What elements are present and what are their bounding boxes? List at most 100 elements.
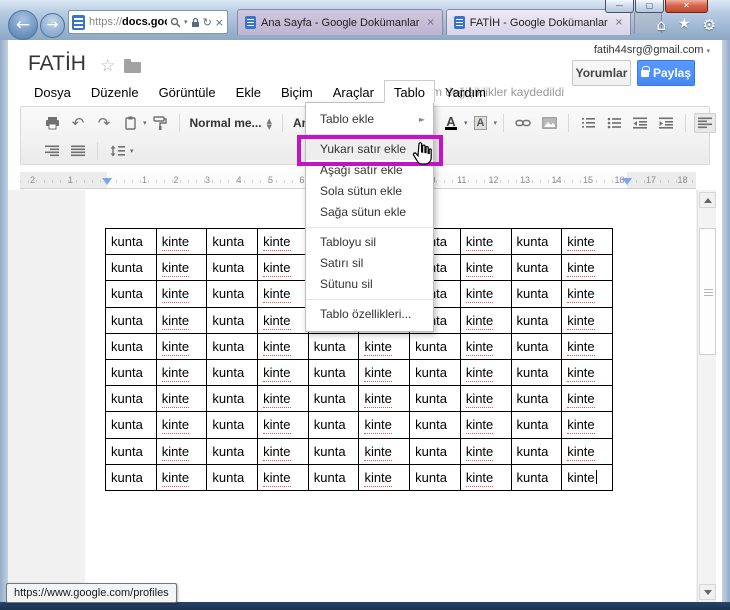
justify-icon[interactable] (67, 141, 89, 161)
table-cell[interactable]: kunta (105, 463, 157, 492)
search-icon[interactable] (170, 17, 181, 28)
clipboard-dropdown-icon[interactable]: ▾ (143, 119, 147, 127)
table-cell[interactable]: kunta (307, 358, 360, 387)
table-cell[interactable]: kinte (155, 306, 208, 334)
back-button[interactable]: ← (8, 10, 38, 40)
table-cell[interactable]: kunta (105, 358, 157, 387)
numbered-list-icon[interactable] (577, 113, 599, 133)
table-cell[interactable]: kinte (257, 254, 309, 282)
table-cell[interactable]: kunta (510, 463, 563, 492)
align-right-icon[interactable] (41, 141, 63, 161)
table-cell[interactable]: kunta (206, 385, 259, 413)
highlight-color-icon[interactable]: A (470, 113, 492, 133)
table-menu-item[interactable]: Satırı sil (306, 253, 433, 274)
menu-düzenle[interactable]: Düzenle (81, 80, 149, 103)
table-cell[interactable]: kunta (409, 437, 461, 465)
menu-tablo[interactable]: Tablo (383, 80, 435, 103)
table-cell[interactable]: kunta (409, 463, 461, 492)
text-color-dropdown-icon[interactable]: ▾ (464, 119, 468, 127)
table-cell[interactable]: kunta (510, 358, 563, 387)
close-button[interactable]: ✕ (665, 0, 708, 13)
line-spacing-icon[interactable] (106, 141, 128, 161)
table-cell[interactable]: kunta (105, 385, 157, 413)
table-cell[interactable]: kinte (358, 332, 411, 360)
star-document-icon[interactable]: ☆ (100, 56, 115, 76)
table-cell[interactable]: kinte (155, 385, 208, 413)
table-cell[interactable]: kunta (206, 332, 259, 360)
redo-icon[interactable]: ↷ (93, 113, 115, 133)
table-cell[interactable]: kinte (358, 411, 411, 439)
table-cell[interactable]: kinte (459, 463, 512, 492)
tab-close-icon[interactable]: × (426, 17, 434, 28)
table-cell[interactable]: kunta (510, 332, 563, 360)
table-cell[interactable]: kinte (561, 437, 613, 465)
table-cell[interactable]: kinte (561, 463, 613, 492)
stop-icon[interactable]: × (215, 16, 224, 29)
table-cell[interactable]: kunta (206, 358, 259, 387)
table-cell[interactable]: kunta (307, 463, 360, 492)
table-cell[interactable]: kinte (257, 463, 309, 492)
increase-indent-icon[interactable] (655, 113, 677, 133)
left-indent-marker[interactable] (102, 178, 112, 185)
table-cell[interactable]: kinte (459, 358, 512, 387)
table-cell[interactable]: kinte (459, 332, 512, 360)
favorites-star-icon[interactable]: ★ (678, 16, 691, 34)
table-cell[interactable]: kunta (307, 332, 360, 360)
table-cell[interactable]: kunta (307, 411, 360, 439)
table-cell[interactable]: kinte (257, 385, 309, 413)
table-cell[interactable]: kinte (155, 358, 208, 387)
table-menu-item[interactable]: Tablo özellikleri... (306, 304, 433, 325)
insert-link-icon[interactable] (512, 113, 534, 133)
table-menu-item[interactable]: Tabloyu sil (306, 232, 433, 253)
print-icon[interactable] (41, 113, 63, 133)
menu-yardım[interactable]: Yardım (435, 80, 496, 103)
table-cell[interactable]: kinte (358, 437, 411, 465)
undo-icon[interactable]: ↶ (67, 113, 89, 133)
table-cell[interactable]: kunta (307, 385, 360, 413)
table-cell[interactable]: kinte (257, 227, 309, 256)
paint-format-icon[interactable] (149, 113, 171, 133)
address-bar[interactable]: https://docs.goo... ▾ ↻ × (68, 10, 228, 34)
table-menu-item[interactable]: Tablo ekle ► (306, 109, 433, 130)
table-cell[interactable]: kinte (257, 437, 309, 465)
table-cell[interactable]: kinte (561, 227, 613, 256)
table-cell[interactable]: kunta (510, 437, 563, 465)
table-cell[interactable]: kunta (105, 227, 157, 256)
vertical-scrollbar[interactable] (697, 190, 716, 602)
tab-close-icon[interactable]: × (615, 17, 623, 28)
table-cell[interactable]: kinte (155, 437, 208, 465)
scroll-down-button[interactable] (699, 584, 716, 600)
text-color-icon[interactable]: A (440, 113, 462, 133)
table-cell[interactable]: kinte (561, 385, 613, 413)
table-menu-item[interactable]: Sütunu sil (306, 274, 433, 295)
comments-button[interactable]: Yorumlar (572, 60, 631, 86)
table-cell[interactable]: kinte (155, 254, 208, 282)
table-menu-item[interactable]: Sola sütun ekle (306, 181, 433, 202)
table-cell[interactable]: kunta (409, 385, 461, 413)
table-cell[interactable]: kunta (409, 411, 461, 439)
menu-görüntüle[interactable]: Görüntüle (149, 80, 226, 103)
table-cell[interactable]: kunta (105, 411, 157, 439)
insert-image-icon[interactable] (538, 113, 560, 133)
document-title[interactable]: FATİH (28, 52, 86, 76)
table-cell[interactable]: kunta (510, 306, 563, 334)
table-cell[interactable]: kinte (459, 280, 512, 308)
table-cell[interactable]: kunta (105, 280, 157, 308)
table-cell[interactable]: kinte (257, 280, 309, 308)
table-cell[interactable]: kunta (409, 332, 461, 360)
table-cell[interactable]: kinte (459, 385, 512, 413)
table-cell[interactable]: kinte (561, 332, 613, 360)
address-url[interactable]: https://docs.goo... (89, 16, 167, 28)
home-icon[interactable]: ⌂ (656, 16, 666, 34)
menu-biçim[interactable]: Biçim (271, 80, 323, 103)
table-cell[interactable]: kinte (155, 411, 208, 439)
table-cell[interactable]: kinte (257, 358, 309, 387)
table-cell[interactable]: kunta (206, 280, 259, 308)
table-cell[interactable]: kinte (257, 306, 309, 334)
table-cell[interactable]: kinte (358, 358, 411, 387)
maximize-button[interactable]: ▢ (635, 0, 664, 13)
table-cell[interactable]: kinte (155, 227, 208, 256)
table-cell[interactable]: kinte (459, 437, 512, 465)
menu-ekle[interactable]: Ekle (226, 80, 271, 103)
table-cell[interactable]: kinte (561, 254, 613, 282)
